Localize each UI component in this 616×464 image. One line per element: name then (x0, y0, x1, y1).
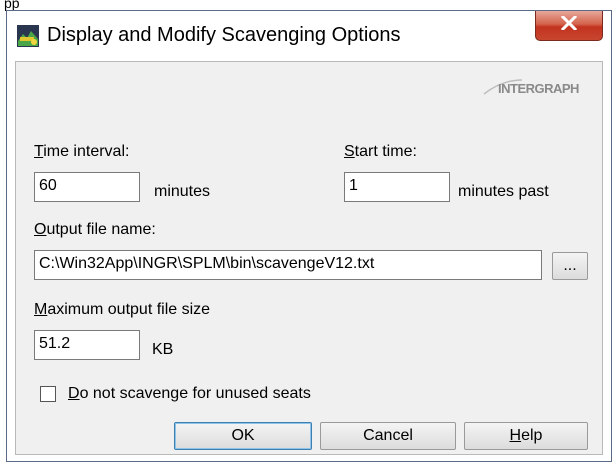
ok-button[interactable]: OK (174, 422, 312, 450)
max-size-input[interactable]: 51.2 (34, 330, 140, 360)
close-icon (560, 14, 578, 35)
help-button[interactable]: Help (464, 422, 588, 450)
no-scavenge-checkbox[interactable] (40, 386, 56, 402)
output-file-input[interactable]: C:\Win32App\INGR\SPLM\bin\scavengeV12.tx… (34, 250, 542, 280)
dialog-client-area: INTERGRAPH Time interval: 60 minutes Sta… (15, 61, 603, 455)
scavenger-app-icon (17, 25, 39, 47)
time-interval-unit: minutes (154, 183, 211, 200)
svg-text:INTERGRAPH: INTERGRAPH (498, 81, 579, 96)
title-bar[interactable]: Display and Modify Scavenging Options (7, 11, 611, 61)
time-interval-label: Time interval: (34, 143, 130, 160)
no-scavenge-label[interactable]: Do not scavenge for unused seats (68, 384, 311, 404)
start-time-label: Start time: (344, 143, 417, 160)
start-time-unit: minutes past (458, 183, 549, 200)
cancel-button[interactable]: Cancel (320, 422, 456, 450)
max-size-unit: KB (152, 341, 174, 358)
output-file-label: Output file name: (34, 221, 156, 238)
browse-button[interactable]: ... (552, 252, 588, 280)
close-button[interactable] (535, 11, 603, 41)
max-size-label: Maximum output file size (34, 301, 211, 318)
intergraph-logo: INTERGRAPH (482, 76, 600, 105)
time-interval-input[interactable]: 60 (34, 172, 140, 202)
dialog-window: Display and Modify Scavenging Options IN… (6, 10, 612, 462)
window-title: Display and Modify Scavenging Options (47, 24, 401, 46)
start-time-input[interactable]: 1 (344, 172, 450, 202)
